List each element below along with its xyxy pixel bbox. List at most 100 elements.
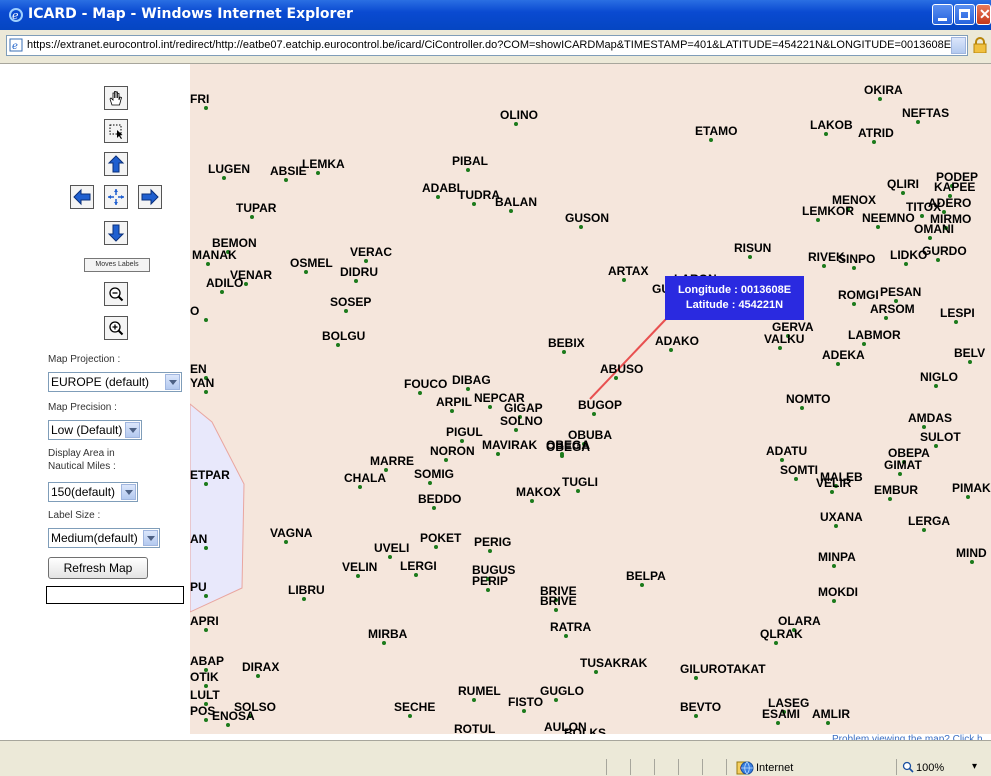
waypoint-dot[interactable]: [694, 676, 698, 680]
waypoint-label[interactable]: ETPAR: [190, 468, 230, 482]
waypoint-dot[interactable]: [922, 528, 926, 532]
waypoint-label[interactable]: ABAP: [190, 654, 224, 668]
waypoint-label[interactable]: VELIR: [816, 476, 851, 490]
waypoint-dot[interactable]: [862, 342, 866, 346]
waypoint-dot[interactable]: [934, 384, 938, 388]
waypoint-dot[interactable]: [916, 120, 920, 124]
waypoint-label[interactable]: LERGI: [400, 559, 437, 573]
waypoint-label[interactable]: POKET: [420, 531, 461, 545]
waypoint-label[interactable]: SECHE: [394, 700, 435, 714]
waypoint-dot[interactable]: [622, 278, 626, 282]
waypoint-dot[interactable]: [920, 214, 924, 218]
waypoint-label[interactable]: PIGUL: [446, 425, 483, 439]
waypoint-dot[interactable]: [434, 545, 438, 549]
waypoint-dot[interactable]: [836, 362, 840, 366]
waypoint-dot[interactable]: [884, 316, 888, 320]
waypoint-label[interactable]: BALAN: [495, 195, 537, 209]
waypoint-label[interactable]: OLARA: [778, 614, 821, 628]
waypoint-dot[interactable]: [304, 270, 308, 274]
waypoint-label[interactable]: TUDRA: [458, 188, 500, 202]
waypoint-label[interactable]: BEBIX: [548, 336, 585, 350]
pan-down-button[interactable]: [104, 221, 128, 245]
map-precision-select[interactable]: Low (Default): [48, 420, 142, 440]
waypoint-dot[interactable]: [834, 524, 838, 528]
waypoint-dot[interactable]: [878, 97, 882, 101]
waypoint-dot[interactable]: [888, 497, 892, 501]
waypoint-label[interactable]: ABUSO: [600, 362, 643, 376]
waypoint-dot[interactable]: [316, 171, 320, 175]
waypoint-label[interactable]: MINPA: [818, 550, 856, 564]
waypoint-label[interactable]: RATRA: [550, 620, 591, 634]
waypoint-dot[interactable]: [204, 318, 208, 322]
waypoint-label[interactable]: DIRAX: [242, 660, 279, 674]
waypoint-label[interactable]: MARRE: [370, 454, 414, 468]
waypoint-dot[interactable]: [822, 264, 826, 268]
waypoint-dot[interactable]: [776, 721, 780, 725]
waypoint-dot[interactable]: [579, 225, 583, 229]
waypoint-label[interactable]: LERGA: [908, 514, 950, 528]
waypoint-label[interactable]: LABMOR: [848, 328, 901, 342]
waypoint-dot[interactable]: [560, 452, 564, 456]
waypoint-dot[interactable]: [774, 641, 778, 645]
waypoint-label[interactable]: LAKOB: [810, 118, 853, 132]
waypoint-dot[interactable]: [968, 360, 972, 364]
waypoint-label[interactable]: PESAN: [880, 285, 921, 299]
waypoint-label[interactable]: FOUCO: [404, 377, 447, 391]
waypoint-dot[interactable]: [486, 588, 490, 592]
waypoint-label[interactable]: ARTAX: [608, 264, 648, 278]
waypoint-label[interactable]: NEFTAS: [902, 106, 949, 120]
waypoint-dot[interactable]: [204, 718, 208, 722]
waypoint-dot[interactable]: [204, 390, 208, 394]
waypoint-dot[interactable]: [436, 195, 440, 199]
waypoint-dot[interactable]: [418, 391, 422, 395]
display-area-select[interactable]: 150(default): [48, 482, 138, 502]
url-dropdown-button[interactable]: [951, 37, 966, 54]
waypoint-dot[interactable]: [780, 458, 784, 462]
waypoint-label[interactable]: RISUN: [734, 241, 771, 255]
waypoint-label[interactable]: KAPEE: [934, 180, 975, 194]
waypoint-dot[interactable]: [832, 599, 836, 603]
waypoint-label[interactable]: GIMAT: [884, 458, 922, 472]
waypoint-dot[interactable]: [554, 698, 558, 702]
waypoint-label[interactable]: BELV: [954, 346, 985, 360]
waypoint-dot[interactable]: [576, 489, 580, 493]
waypoint-label[interactable]: NORON: [430, 444, 475, 458]
zoom-level[interactable]: 100%: [916, 762, 944, 774]
waypoint-dot[interactable]: [344, 309, 348, 313]
waypoint-dot[interactable]: [824, 132, 828, 136]
waypoint-dot[interactable]: [496, 452, 500, 456]
waypoint-label[interactable]: SOMIG: [414, 467, 454, 481]
waypoint-label[interactable]: SULOT: [920, 430, 961, 444]
chevron-down-icon[interactable]: ▾: [972, 761, 977, 772]
waypoint-label[interactable]: PIBAL: [452, 154, 488, 168]
waypoint-dot[interactable]: [428, 481, 432, 485]
waypoint-label[interactable]: LEMKOR: [802, 204, 854, 218]
waypoint-dot[interactable]: [204, 628, 208, 632]
waypoint-label[interactable]: LIBRU: [288, 583, 325, 597]
waypoint-label[interactable]: BOLGU: [322, 329, 365, 343]
waypoint-label[interactable]: EN: [190, 362, 207, 376]
waypoint-label[interactable]: LEMKA: [302, 157, 345, 171]
waypoint-label[interactable]: BUGOP: [578, 398, 622, 412]
waypoint-dot[interactable]: [284, 178, 288, 182]
waypoint-dot[interactable]: [530, 499, 534, 503]
waypoint-label[interactable]: UVELI: [374, 541, 409, 555]
waypoint-dot[interactable]: [922, 425, 926, 429]
window-title-bar[interactable]: e ICARD - Map - Windows Internet Explore…: [0, 0, 991, 30]
waypoint-dot[interactable]: [830, 490, 834, 494]
waypoint-label[interactable]: OBEGA: [546, 438, 590, 452]
waypoint-label[interactable]: LUGEN: [208, 162, 250, 176]
waypoint-dot[interactable]: [364, 259, 368, 263]
waypoint-dot[interactable]: [928, 236, 932, 240]
pan-up-button[interactable]: [104, 152, 128, 176]
waypoint-dot[interactable]: [472, 698, 476, 702]
waypoint-dot[interactable]: [614, 376, 618, 380]
waypoint-label[interactable]: OMANI: [914, 222, 954, 236]
waypoint-label[interactable]: AN: [190, 532, 207, 546]
map-projection-select[interactable]: EUROPE (default): [48, 372, 182, 392]
waypoint-label[interactable]: TUGLI: [562, 475, 598, 489]
waypoint-dot[interactable]: [222, 176, 226, 180]
waypoint-label[interactable]: ADERO: [928, 196, 971, 210]
waypoint-label[interactable]: SINPO: [838, 252, 875, 266]
waypoint-label[interactable]: ROTUL: [454, 722, 495, 734]
